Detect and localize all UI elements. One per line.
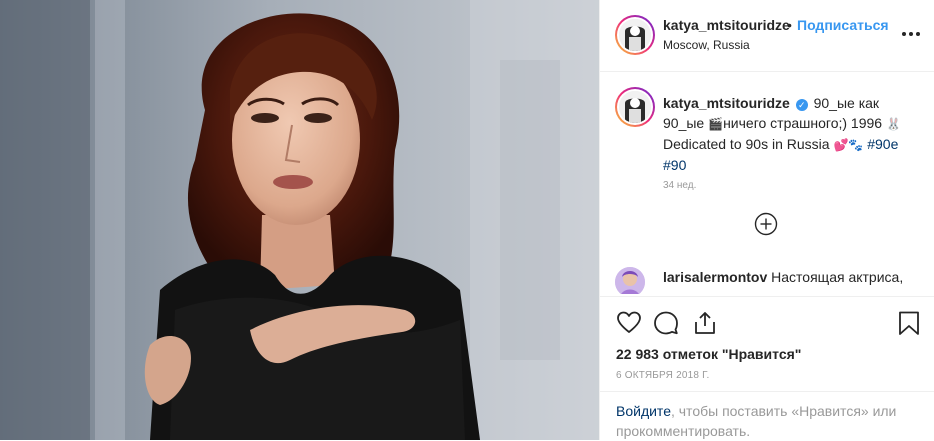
post-location[interactable]: Moscow, Russia [663, 38, 750, 52]
caption-author-avatar[interactable] [615, 87, 655, 127]
hashtag-90e[interactable]: #90е [867, 136, 898, 152]
caption-username[interactable]: katya_mtsitouridze [663, 95, 790, 111]
more-icon[interactable] [901, 24, 921, 44]
commenter-avatar[interactable] [615, 267, 645, 294]
comments-area[interactable]: katya_mtsitouridze ✓ 90_ые как 90_ые 🎬ни… [600, 72, 934, 294]
verified-icon: ✓ [795, 99, 808, 111]
post-date[interactable]: 6 ОКТЯБРЯ 2018 Г. [616, 370, 709, 381]
rabbit-emoji-icon: 🐰 [885, 117, 901, 131]
share-icon[interactable] [692, 310, 718, 336]
post-header: katya_mtsitouridze • Подписаться Moscow,… [600, 0, 934, 72]
post-photo-illustration [0, 0, 599, 440]
login-link[interactable]: Войдите [616, 403, 671, 419]
likes-count[interactable]: 22 983 отметок "Нравится" [616, 346, 801, 362]
flag-emoji-icon: 🎬 [708, 117, 724, 131]
heart-icon[interactable] [616, 310, 642, 336]
post-caption: katya_mtsitouridze ✓ 90_ые как 90_ые 🎬ни… [663, 93, 913, 175]
comment-icon[interactable] [653, 310, 679, 336]
load-more-icon[interactable] [754, 212, 778, 236]
bookmark-icon[interactable] [896, 310, 922, 336]
comment-item: larisalermontov Настоящая актриса, [663, 267, 923, 287]
header-separator: • [787, 17, 792, 33]
caption-text-3: Dedicated to 90s in Russia [663, 136, 830, 152]
caption-author-avatar-image [619, 91, 651, 123]
login-prompt: Войдите, чтобы поставить «Нравится» или … [600, 391, 934, 441]
caption-text-2: ничего страшного;) 1996 [723, 115, 883, 131]
commenter-username[interactable]: larisalermontov [663, 269, 767, 285]
hashtag-90[interactable]: #90 [663, 157, 686, 173]
instagram-post: katya_mtsitouridze • Подписаться Moscow,… [0, 0, 934, 440]
author-username[interactable]: katya_mtsitouridze [663, 17, 790, 33]
hearts-emoji-icon: 💕🐾 [833, 138, 864, 152]
post-side-panel: katya_mtsitouridze • Подписаться Moscow,… [599, 0, 934, 440]
post-photo[interactable] [0, 0, 599, 440]
author-avatar-image [619, 19, 651, 51]
caption-time-ago[interactable]: 34 нед. [663, 180, 696, 191]
comment-text: Настоящая актриса, [771, 269, 904, 285]
author-avatar[interactable] [615, 15, 655, 55]
follow-button[interactable]: Подписаться [797, 17, 889, 33]
post-actions: 22 983 отметок "Нравится" 6 ОКТЯБРЯ 2018… [600, 296, 934, 440]
